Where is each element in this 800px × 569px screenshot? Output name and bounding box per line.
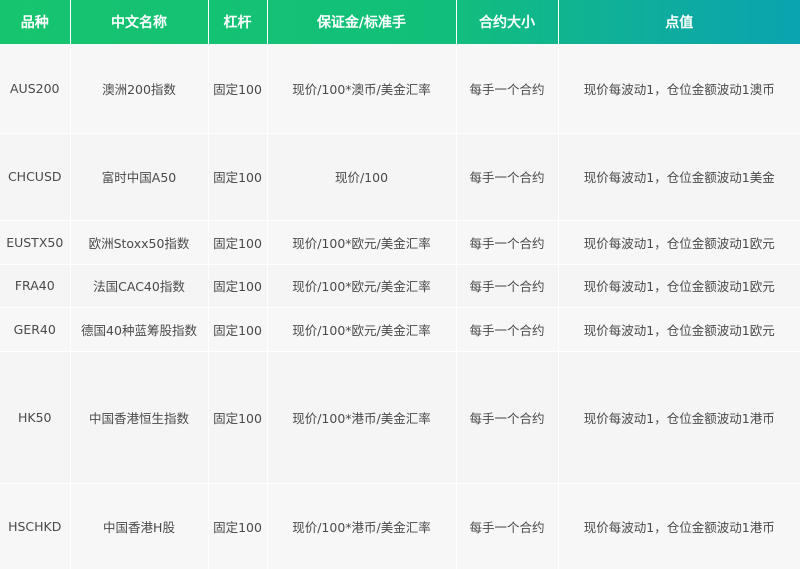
cell-symbol: EUSTX50 [0,220,71,265]
header-symbol: 品种 [0,0,71,44]
table-row: EUSTX50 欧洲Stoxx50指数 固定100 现价/100*欧元/美金汇率… [0,220,800,265]
cell-margin: 现价/100*澳币/美金汇率 [267,44,457,134]
cell-chinese-name: 法国CAC40指数 [70,264,209,308]
cell-point-value: 现价每波动1，仓位金额波动1港币 [558,351,800,484]
cell-point-value: 现价每波动1，仓位金额波动1美金 [558,133,800,221]
cell-point-value: 现价每波动1，仓位金额波动1欧元 [558,220,800,265]
cell-margin: 现价/100*港币/美金汇率 [267,483,457,569]
cell-chinese-name: 德国40种蓝筹股指数 [70,307,209,352]
cell-symbol: HSCHKD [0,483,71,569]
cell-margin: 现价/100*港币/美金汇率 [267,351,457,484]
table-row: AUS200 澳洲200指数 固定100 现价/100*澳币/美金汇率 每手一个… [0,44,800,134]
cell-chinese-name: 中国香港恒生指数 [70,351,209,484]
table-row: FRA40 法国CAC40指数 固定100 现价/100*欧元/美金汇率 每手一… [0,264,800,308]
table-row: HSCHKD 中国香港H股 固定100 现价/100*港币/美金汇率 每手一个合… [0,483,800,569]
cell-contract-size: 每手一个合约 [456,44,559,134]
cell-margin: 现价/100*欧元/美金汇率 [267,264,457,308]
cell-margin: 现价/100*欧元/美金汇率 [267,307,457,352]
cell-contract-size: 每手一个合约 [456,133,559,221]
cell-contract-size: 每手一个合约 [456,483,559,569]
cell-contract-size: 每手一个合约 [456,264,559,308]
cell-chinese-name: 澳洲200指数 [70,44,209,134]
cell-margin: 现价/100 [267,133,457,221]
cell-point-value: 现价每波动1，仓位金额波动1欧元 [558,264,800,308]
cell-symbol: FRA40 [0,264,71,308]
table-row: CHCUSD 富时中国A50 固定100 现价/100 每手一个合约 现价每波动… [0,133,800,221]
cell-point-value: 现价每波动1，仓位金额波动1澳币 [558,44,800,134]
cell-point-value: 现价每波动1，仓位金额波动1欧元 [558,307,800,352]
cell-leverage: 固定100 [208,264,268,308]
index-contract-table: 品种 中文名称 杠杆 保证金/标准手 合约大小 点值 AUS200 澳洲200指… [0,0,800,569]
cell-margin: 现价/100*欧元/美金汇率 [267,220,457,265]
header-chinese-name: 中文名称 [70,0,209,44]
cell-symbol: CHCUSD [0,133,71,221]
cell-symbol: AUS200 [0,44,71,134]
header-margin: 保证金/标准手 [267,0,457,44]
cell-contract-size: 每手一个合约 [456,220,559,265]
cell-chinese-name: 富时中国A50 [70,133,209,221]
cell-chinese-name: 中国香港H股 [70,483,209,569]
header-contract-size: 合约大小 [456,0,559,44]
header-leverage: 杠杆 [208,0,268,44]
header-point-value: 点值 [665,15,694,31]
cell-symbol: HK50 [0,351,71,484]
cell-leverage: 固定100 [208,307,268,352]
cell-leverage: 固定100 [208,483,268,569]
cell-chinese-name: 欧洲Stoxx50指数 [70,220,209,265]
cell-leverage: 固定100 [208,220,268,265]
table-header-row: 品种 中文名称 杠杆 保证金/标准手 合约大小 点值 [0,0,800,44]
cell-contract-size: 每手一个合约 [456,351,559,484]
cell-leverage: 固定100 [208,133,268,221]
cell-leverage: 固定100 [208,44,268,134]
table-row: HK50 中国香港恒生指数 固定100 现价/100*港币/美金汇率 每手一个合… [0,351,800,484]
cell-point-value: 现价每波动1，仓位金额波动1港币 [558,483,800,569]
cell-leverage: 固定100 [208,351,268,484]
cell-symbol: GER40 [0,307,71,352]
cell-contract-size: 每手一个合约 [456,307,559,352]
table-row: GER40 德国40种蓝筹股指数 固定100 现价/100*欧元/美金汇率 每手… [0,307,800,352]
